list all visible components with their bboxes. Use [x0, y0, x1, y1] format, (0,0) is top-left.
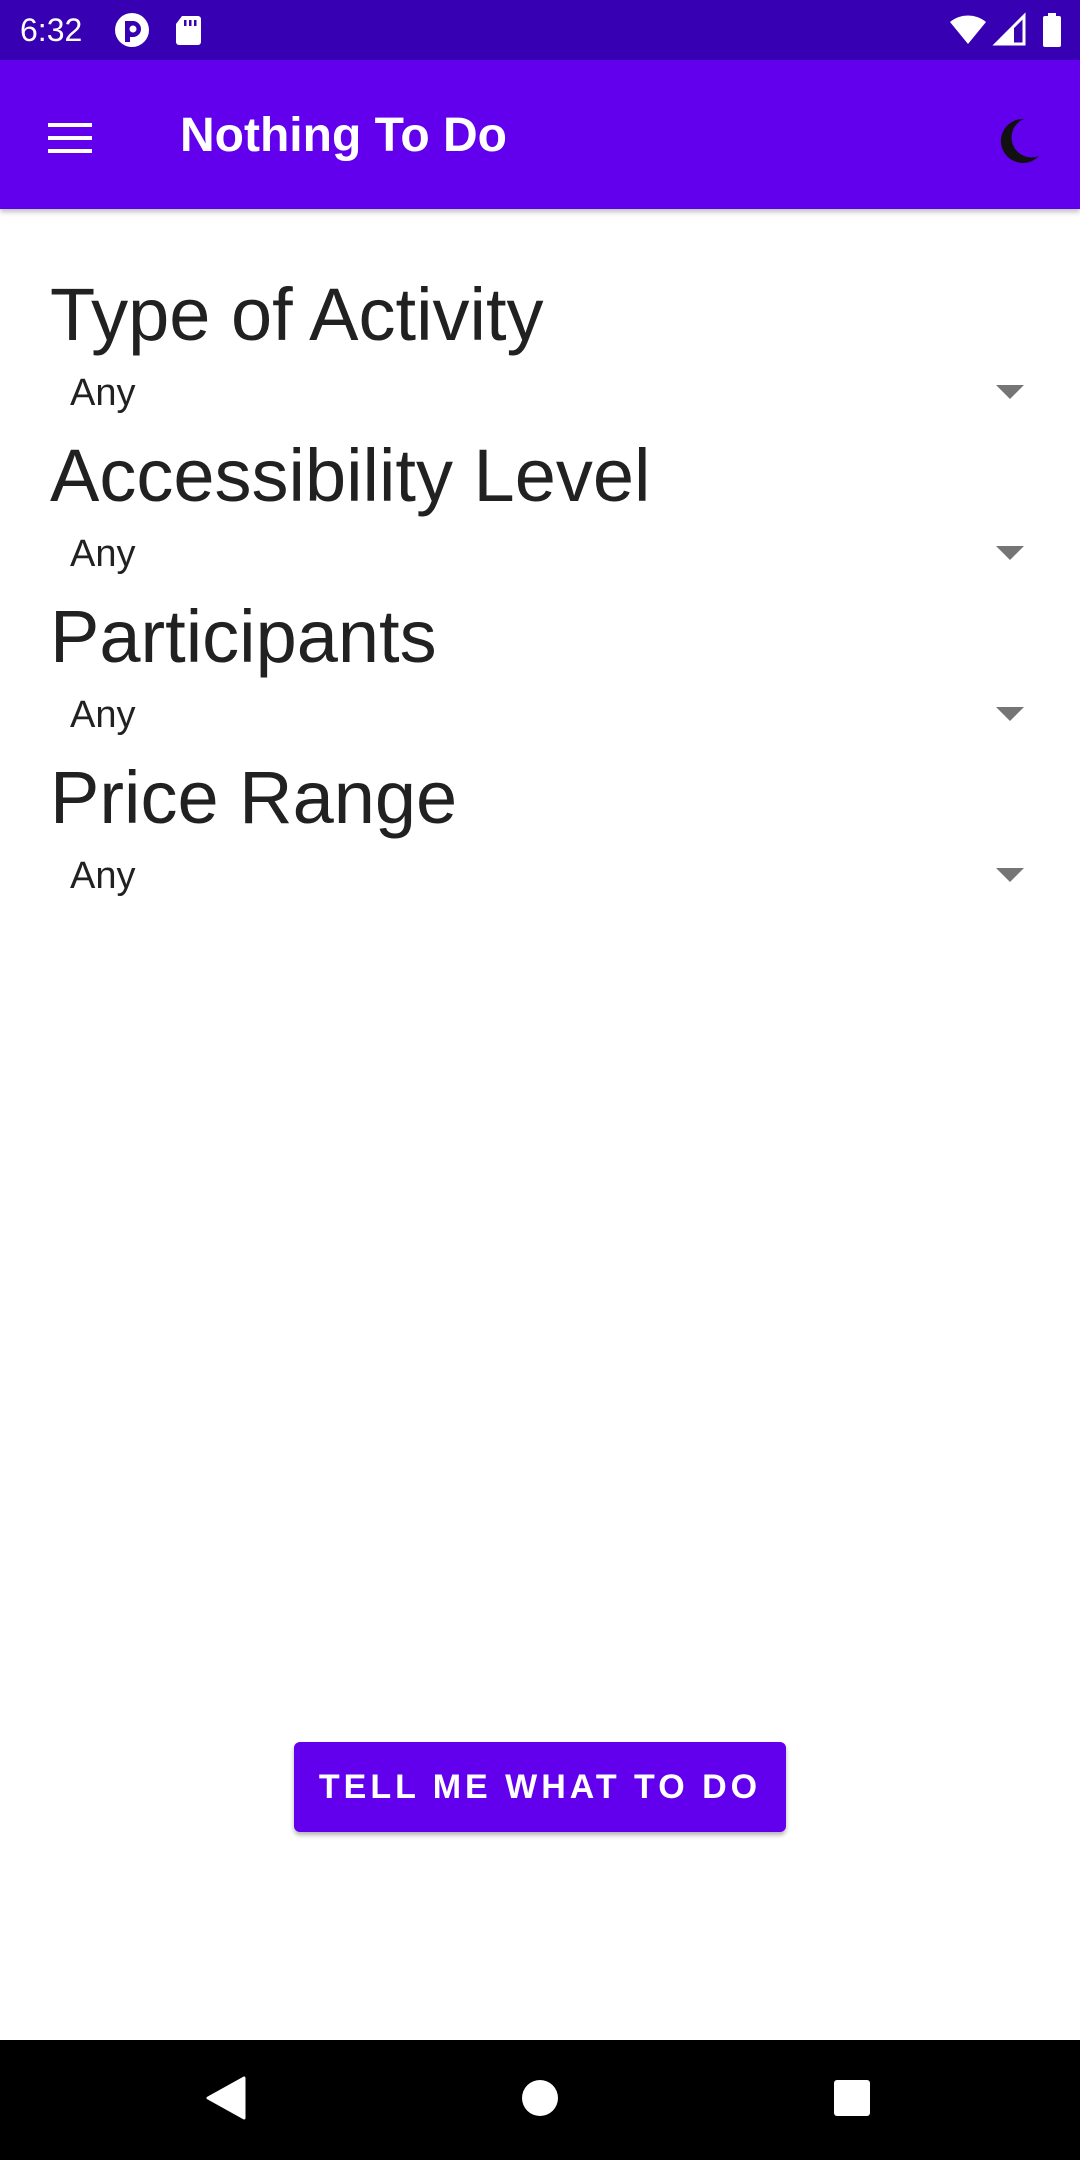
price-range-dropdown[interactable]: Any: [50, 841, 1040, 911]
activity-type-dropdown[interactable]: Any: [50, 358, 1040, 428]
system-nav-bar: [0, 2040, 1080, 2160]
dropdown-arrow-icon: [996, 385, 1024, 399]
home-icon: [520, 2078, 560, 2123]
back-button[interactable]: [186, 2060, 266, 2140]
dropdown-arrow-icon: [996, 546, 1024, 560]
app-title: Nothing To Do: [180, 109, 507, 162]
dropdown-arrow-icon: [996, 707, 1024, 721]
battery-icon: [1040, 12, 1064, 48]
activity-type-label: Type of Activity: [50, 273, 544, 356]
signal-icon: [992, 12, 1028, 48]
status-time: 6:32: [20, 12, 83, 48]
status-bar: 6:32: [0, 0, 1080, 60]
price-range-label: Price Range: [50, 756, 458, 839]
wifi-icon: [948, 12, 988, 48]
hamburger-menu-icon: [46, 120, 94, 161]
menu-button[interactable]: [28, 98, 112, 182]
home-button[interactable]: [500, 2060, 580, 2140]
tell-me-what-to-do-button[interactable]: TELL ME WHAT TO DO: [294, 1742, 786, 1832]
activity-type-value: Any: [70, 372, 136, 414]
back-icon: [204, 2074, 248, 2127]
accessibility-level-label: Accessibility Level: [50, 434, 651, 517]
dropdown-arrow-icon: [996, 868, 1024, 882]
dark-mode-toggle[interactable]: [976, 100, 1060, 184]
participants-label: Participants: [50, 595, 437, 678]
accessibility-level-dropdown[interactable]: Any: [50, 519, 1040, 589]
recents-button[interactable]: [812, 2060, 892, 2140]
notification-app-icon: [114, 12, 150, 48]
app-bar: Nothing To Do: [0, 60, 1080, 209]
dark-mode-moon-icon: [994, 116, 1042, 169]
recents-icon: [832, 2078, 872, 2123]
participants-dropdown[interactable]: Any: [50, 680, 1040, 750]
sd-card-icon: [170, 12, 206, 48]
participants-value: Any: [70, 694, 136, 736]
accessibility-level-value: Any: [70, 533, 136, 575]
price-range-value: Any: [70, 855, 136, 897]
